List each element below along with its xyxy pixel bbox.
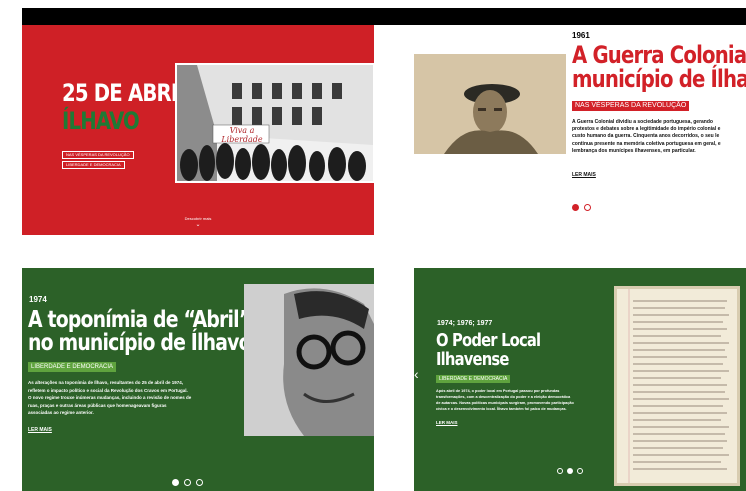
card2-badge[interactable]: LIBERDADE E DEMOCRACIA <box>28 362 117 372</box>
card1-read-more-link[interactable]: LER MAIS <box>572 172 596 178</box>
chevron-down-icon[interactable]: ⌄ <box>22 221 374 228</box>
tag-button-liberdade[interactable]: LIBERDADE E DEMOCRACIA <box>62 161 125 169</box>
card1-body: A Guerra Colonial dividiu a sociedade po… <box>572 119 746 161</box>
soldier-photo <box>414 54 566 154</box>
card3-body: Após abril de 1974, o poder local em Por… <box>436 388 614 412</box>
carousel-dot[interactable] <box>184 479 191 486</box>
card1-body-line: continua presente na memória coletiva po… <box>572 140 721 147</box>
card2-body-line: O novo regime trouxe inúmeras mudanças, … <box>28 395 192 400</box>
hero-photo: Viva a Liberdade <box>175 63 374 183</box>
card2-year: 1974 <box>29 295 47 304</box>
card1-badge[interactable]: NAS VÉSPERAS DA REVOLUÇÃO <box>572 101 690 111</box>
card2-title-line1: A toponímia de “Abril” <box>28 307 251 333</box>
card2-body-line: As alterações na toponímia de Ílhavo, re… <box>28 380 184 385</box>
portrait-illustration <box>244 284 374 436</box>
soldier-illustration <box>414 54 566 154</box>
card3-title-line1: O Poder Local <box>436 330 541 351</box>
card2-title-line2: no município de Ílhavo <box>28 330 252 356</box>
chevron-left-icon[interactable]: ‹ <box>414 366 419 382</box>
card2-body-line: ruas, praças e outras áreas públicas que… <box>28 402 167 408</box>
card2-read-more-link[interactable]: LER MAIS <box>28 427 52 433</box>
card1-body-line: custo humano da guerra. Cinquenta anos d… <box>572 133 720 140</box>
hero-banner: 25 DE ABRIL ÍLHAVO NAS VÉSPERAS DA REVOL… <box>22 25 374 235</box>
hero-subtitle: ÍLHAVO <box>62 107 140 135</box>
card1-body-line: protestos e debates sobre a legitimidade… <box>572 126 721 133</box>
card3-read-more-link[interactable]: LER MAIS <box>436 420 458 425</box>
carousel-dot[interactable] <box>577 468 583 474</box>
top-bar <box>22 8 746 25</box>
card2-body-line: associadas ao regime anterior. <box>28 410 94 415</box>
card2-body: As alterações na toponímia de Ílhavo, re… <box>28 379 246 417</box>
card1-body-line: A Guerra Colonial dividiu a sociedade po… <box>572 119 713 125</box>
card2: 1974 A toponímia de “Abril” no município… <box>22 268 374 491</box>
carousel-dot[interactable] <box>584 204 591 211</box>
card3: ‹ 1974; 1976; 1977 O Poder Local Ilhaven… <box>414 268 746 491</box>
card3-title-line2: Ilhavense <box>436 349 509 370</box>
hero-title: 25 DE ABRIL <box>62 79 190 107</box>
card1-title-line2: município de Ílhavo <box>572 65 746 93</box>
card3-badge[interactable]: LIBERDADE E DEMOCRACIA <box>436 375 511 383</box>
carousel-dot-active[interactable] <box>172 479 179 486</box>
manuscript-photo <box>614 286 740 486</box>
carousel-dot-active[interactable] <box>567 468 573 474</box>
manuscript-illustration <box>617 289 737 483</box>
hero-photo-illustration <box>177 65 373 181</box>
tag-button-vesperas[interactable]: NAS VÉSPERAS DA REVOLUÇÃO <box>62 151 134 159</box>
carousel-dot[interactable] <box>196 479 203 486</box>
portrait-photo <box>244 284 374 436</box>
card2-body-line: refletem o impacto político e social da … <box>28 387 188 393</box>
card1-year: 1961 <box>572 31 590 40</box>
card3-body-line: cívica e o desenvolvimento local. Ílhavo… <box>436 407 567 411</box>
card3-year: 1974; 1976; 1977 <box>437 320 493 327</box>
carousel-dot[interactable] <box>557 468 563 474</box>
hero-banner-text: Viva a Liberdade <box>221 126 263 144</box>
carousel-dot-active[interactable] <box>572 204 579 211</box>
card1-body-line: lembrança dos munícipes ilhavenses, em p… <box>572 147 696 154</box>
